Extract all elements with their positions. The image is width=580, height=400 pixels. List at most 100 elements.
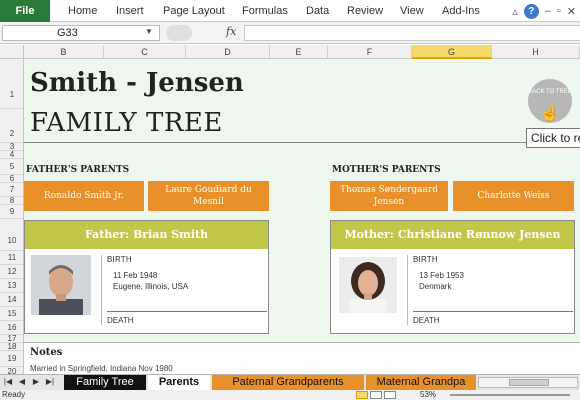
- mother-birth-place[interactable]: Denmark: [413, 281, 573, 292]
- row-header[interactable]: 10: [0, 219, 23, 251]
- row-header[interactable]: 9: [0, 205, 23, 219]
- mother-birth-date[interactable]: 13 Feb 1953: [413, 270, 573, 281]
- select-all-corner[interactable]: [0, 45, 24, 59]
- mother-info: BIRTH 13 Feb 1953 Denmark: [413, 255, 573, 292]
- tab-view[interactable]: View: [400, 0, 424, 22]
- column-headers: B C D E F G H: [0, 45, 580, 59]
- row-header[interactable]: 20: [0, 367, 23, 374]
- fathers-parents-label: FATHER'S PARENTS: [26, 165, 130, 175]
- file-tab[interactable]: File: [0, 0, 50, 22]
- row-header[interactable]: 11: [0, 251, 23, 265]
- row-header[interactable]: 18: [0, 343, 23, 351]
- scrollbar-thumb[interactable]: [509, 379, 549, 386]
- row-header[interactable]: 4: [0, 151, 23, 159]
- column-header-h[interactable]: H: [492, 45, 580, 59]
- father-birth-date[interactable]: 11 Feb 1948: [107, 270, 267, 281]
- ribbon-collapse-icon[interactable]: ▵: [512, 5, 518, 18]
- sheet-tab-parents[interactable]: Parents: [148, 375, 210, 390]
- row-header[interactable]: 14: [0, 293, 23, 307]
- page-break-view-icon[interactable]: [384, 391, 396, 399]
- tab-page-layout[interactable]: Page Layout: [163, 0, 225, 22]
- notes-section[interactable]: Notes Married in Springfield, Indiana No…: [24, 342, 580, 374]
- ribbon: File Home Insert Page Layout Formulas Da…: [0, 0, 580, 22]
- row-header[interactable]: 13: [0, 279, 23, 293]
- formula-input[interactable]: [244, 25, 580, 41]
- maternal-grandmother-box[interactable]: Charlotte Weiss: [453, 181, 574, 211]
- tab-review[interactable]: Review: [347, 0, 383, 22]
- row-header[interactable]: 8: [0, 197, 23, 205]
- father-card: Father: Brian Smith BIRTH 11 Feb 1948 Eu…: [24, 220, 269, 334]
- page-layout-view-icon[interactable]: [370, 391, 382, 399]
- notes-title: Notes: [30, 347, 63, 358]
- hyperlink-tooltip: Click to re: [526, 128, 580, 148]
- formula-bar-grip[interactable]: [166, 25, 192, 41]
- notes-text[interactable]: Married in Springfield, Indiana Nov 1980: [30, 364, 173, 373]
- hand-cursor-icon: ☝: [540, 105, 560, 122]
- maternal-grandfather-box[interactable]: Thomas Søndergaard Jensen: [330, 181, 448, 211]
- tab-add-ins[interactable]: Add-Ins: [442, 0, 480, 22]
- column-header-c[interactable]: C: [104, 45, 186, 59]
- ribbon-controls: ▵ ? – ▫ ✕: [512, 3, 576, 19]
- column-header-g[interactable]: G: [412, 45, 492, 59]
- column-header-e[interactable]: E: [270, 45, 328, 59]
- father-info: BIRTH 11 Feb 1948 Eugene, Illinois, USA: [107, 255, 267, 292]
- paternal-grandmother-box[interactable]: Laure Goudiard du Mesnil: [148, 181, 269, 211]
- mothers-parents-label: MOTHER'S PARENTS: [332, 165, 441, 175]
- birth-label: BIRTH: [413, 255, 438, 264]
- row-header[interactable]: 15: [0, 307, 23, 321]
- restore-icon[interactable]: ▫: [557, 5, 561, 17]
- name-box[interactable]: G33: [2, 25, 160, 41]
- column-header-d[interactable]: D: [186, 45, 270, 59]
- column-header-b[interactable]: B: [24, 45, 104, 59]
- close-icon[interactable]: ✕: [567, 5, 576, 18]
- mother-header[interactable]: Mother: Christiane Rønnow Jensen: [331, 221, 574, 249]
- death-label: DEATH: [107, 316, 134, 325]
- father-header[interactable]: Father: Brian Smith: [25, 221, 268, 249]
- row-headers: 1 2 3 4 5 6 7 8 9 10 11 12 13 14 15 16 1…: [0, 59, 24, 374]
- birth-label: BIRTH: [107, 255, 132, 264]
- death-label: DEATH: [413, 316, 440, 325]
- family-tree-subtitle: FAMILY TREE: [30, 108, 223, 138]
- column-header-f[interactable]: F: [328, 45, 412, 59]
- help-icon[interactable]: ?: [523, 3, 539, 19]
- horizontal-scrollbar[interactable]: [478, 377, 578, 388]
- insert-function-icon[interactable]: fx: [226, 25, 236, 38]
- status-bar: Ready 53%: [0, 390, 580, 400]
- sheet-tab-bar: |◀ ◀ ▶ ▶| Family Tree Parents Paternal G…: [0, 374, 580, 390]
- row-header[interactable]: 6: [0, 175, 23, 183]
- worksheet[interactable]: Smith - Jensen FAMILY TREE BACK TO TREE …: [24, 59, 580, 374]
- prev-sheet-icon[interactable]: ◀: [16, 377, 28, 386]
- card-divider: [101, 255, 102, 325]
- card-divider: [407, 255, 408, 325]
- row-header[interactable]: 1: [0, 59, 23, 109]
- father-photo: [31, 255, 91, 315]
- chevron-down-icon[interactable]: ▼: [145, 27, 153, 36]
- birth-death-divider: [107, 311, 267, 312]
- tab-formulas[interactable]: Formulas: [242, 0, 288, 22]
- birth-death-divider: [413, 311, 573, 312]
- row-header[interactable]: 2: [0, 109, 23, 143]
- minimize-icon[interactable]: –: [545, 5, 551, 17]
- title-divider: [24, 142, 580, 143]
- paternal-grandfather-box[interactable]: Ronaldo Smith Jr.: [24, 181, 144, 211]
- zoom-level[interactable]: 53%: [420, 390, 436, 400]
- zoom-slider[interactable]: [450, 394, 570, 396]
- sheet-tab-maternal-grandparents[interactable]: Maternal Grandpa: [366, 375, 476, 390]
- sheet-tab-paternal-grandparents[interactable]: Paternal Grandparents: [212, 375, 364, 390]
- tab-data[interactable]: Data: [306, 0, 329, 22]
- row-header[interactable]: 12: [0, 265, 23, 279]
- row-header[interactable]: 19: [0, 351, 23, 367]
- normal-view-icon[interactable]: [356, 391, 368, 399]
- status-text: Ready: [2, 390, 26, 399]
- formula-bar: G33 ▼ fx: [0, 22, 580, 44]
- row-header[interactable]: 16: [0, 321, 23, 335]
- tab-insert[interactable]: Insert: [116, 0, 144, 22]
- sheet-tab-family-tree[interactable]: Family Tree: [64, 375, 146, 390]
- father-birth-place[interactable]: Eugene, Illinois, USA: [107, 281, 267, 292]
- row-header[interactable]: 7: [0, 183, 23, 197]
- last-sheet-icon[interactable]: ▶|: [44, 377, 56, 386]
- next-sheet-icon[interactable]: ▶: [30, 377, 42, 386]
- row-header[interactable]: 5: [0, 159, 23, 175]
- tab-home[interactable]: Home: [68, 0, 97, 22]
- first-sheet-icon[interactable]: |◀: [2, 377, 14, 386]
